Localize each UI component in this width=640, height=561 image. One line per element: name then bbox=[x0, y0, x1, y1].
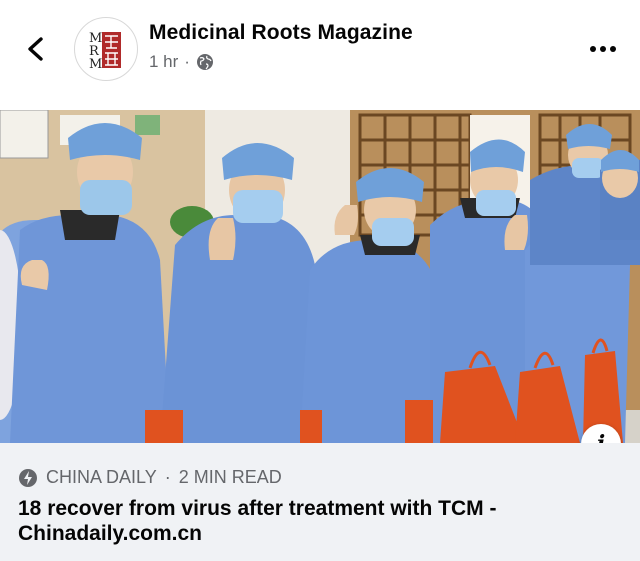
post-photo[interactable] bbox=[0, 110, 640, 443]
source-name: CHINA DAILY bbox=[46, 467, 157, 487]
avatar-letter-3: M bbox=[89, 57, 102, 72]
meta-separator: · bbox=[184, 52, 190, 71]
magazine-logo: M R M bbox=[89, 31, 121, 72]
lightning-icon bbox=[19, 468, 37, 487]
post-header: M R M Medicinal Roots Magazine 1 hr · bbox=[0, 0, 640, 108]
globe-icon[interactable] bbox=[196, 53, 214, 71]
source-separator: · bbox=[164, 467, 171, 487]
read-time: 2 MIN READ bbox=[178, 467, 282, 487]
medical-workers-image bbox=[0, 110, 640, 443]
more-options-button[interactable] bbox=[588, 35, 618, 63]
post-meta: 1 hr · bbox=[149, 52, 214, 72]
page-name[interactable]: Medicinal Roots Magazine bbox=[149, 21, 413, 45]
source-row: CHINA DAILY · 2 MIN READ bbox=[18, 467, 282, 488]
post-timestamp[interactable]: 1 hr bbox=[149, 52, 178, 72]
chevron-left-icon bbox=[28, 37, 43, 61]
link-preview-card[interactable]: CHINA DAILY · 2 MIN READ 18 recover from… bbox=[0, 443, 640, 561]
ellipsis-icon bbox=[590, 46, 616, 52]
back-button[interactable] bbox=[22, 34, 52, 64]
article-headline[interactable]: 18 recover from virus after treatment wi… bbox=[18, 496, 618, 546]
page-avatar[interactable]: M R M bbox=[74, 17, 138, 81]
